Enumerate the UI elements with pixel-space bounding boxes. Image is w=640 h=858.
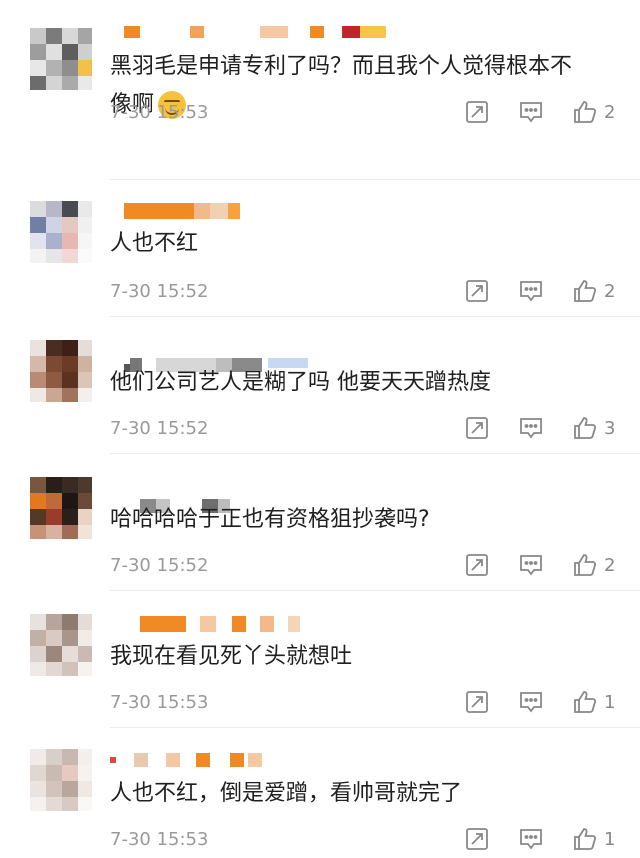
repost-button[interactable] xyxy=(464,99,490,125)
comment-actions: 2 xyxy=(436,552,618,578)
comment-timestamp: 7-30 15:52 xyxy=(110,418,209,439)
like-button[interactable]: 2 xyxy=(572,552,618,578)
comment-text: 哈哈哈哈于正也有资格狙抄袭吗? xyxy=(110,501,630,539)
reply-button[interactable] xyxy=(518,99,544,125)
comment-actions: 1 xyxy=(436,689,618,715)
thumbs-up-icon xyxy=(574,554,597,576)
username-obscured[interactable] xyxy=(110,199,410,223)
reply-button[interactable] xyxy=(518,278,544,304)
avatar[interactable] xyxy=(30,614,92,676)
comment-item: 人也不红 7-30 15:52 2 xyxy=(0,179,640,316)
like-button[interactable]: 3 xyxy=(572,415,618,441)
divider xyxy=(110,453,640,454)
like-button[interactable]: 2 xyxy=(572,278,618,304)
comment-item: 他们公司艺人是糊了吗 他要天天蹭热度 7-30 15:52 3 xyxy=(0,316,640,453)
repost-icon xyxy=(466,417,488,439)
username-obscured[interactable] xyxy=(110,610,410,634)
comment-text: 人也不红，倒是爱蹭，看帅哥就完了 xyxy=(110,775,630,813)
like-count: 2 xyxy=(604,280,616,302)
avatar[interactable] xyxy=(30,477,92,539)
comment-text-line: 人也不红 xyxy=(110,231,199,256)
comment-actions: 2 xyxy=(436,99,618,125)
avatar[interactable] xyxy=(30,201,92,263)
comment-text-line: 黑羽毛是申请专利了吗？而且我个人觉得根本不 xyxy=(110,54,573,79)
comment-text: 人也不红 xyxy=(110,225,630,263)
comment-icon xyxy=(520,692,542,713)
comment-item: 我现在看见死丫头就想吐 7-30 15:53 1 xyxy=(0,590,640,727)
comment-timestamp: 7-30 15:53 xyxy=(110,829,209,850)
comment-item: 人也不红，倒是爱蹭，看帅哥就完了 7-30 15:53 1 xyxy=(0,727,640,858)
comment-text-line: 人也不红，倒是爱蹭，看帅哥就完了 xyxy=(110,781,463,806)
thumbs-up-icon xyxy=(574,280,597,302)
divider xyxy=(110,179,640,180)
username-obscured[interactable] xyxy=(110,473,410,513)
thumbs-up-icon xyxy=(574,417,597,439)
reply-button[interactable] xyxy=(518,826,544,852)
like-count: 1 xyxy=(604,691,616,713)
like-count: 2 xyxy=(604,101,616,123)
repost-button[interactable] xyxy=(464,826,490,852)
repost-icon xyxy=(466,280,488,302)
comment-actions: 2 xyxy=(436,278,618,304)
comment-text: 我现在看见死丫头就想吐 xyxy=(110,638,630,676)
repost-button[interactable] xyxy=(464,552,490,578)
like-button[interactable]: 1 xyxy=(572,689,618,715)
repost-button[interactable] xyxy=(464,415,490,441)
comment-timestamp: 7-30 15:53 xyxy=(110,692,209,713)
avatar[interactable] xyxy=(30,28,92,90)
divider xyxy=(110,727,640,728)
comment-text-line: 他们公司艺人是糊了吗 他要天天蹭热度 xyxy=(110,370,491,395)
comment-timestamp: 7-30 15:52 xyxy=(110,555,209,576)
comment-timestamp: 7-30 15:53 xyxy=(110,102,209,123)
comment-text-line: 哈哈哈哈于正也有资格狙抄袭吗? xyxy=(110,507,430,532)
like-count: 3 xyxy=(604,417,616,439)
reply-button[interactable] xyxy=(518,552,544,578)
divider xyxy=(110,590,640,591)
comment-item: 哈哈哈哈于正也有资格狙抄袭吗? 7-30 15:52 2 xyxy=(0,453,640,590)
reply-button[interactable] xyxy=(518,689,544,715)
repost-icon xyxy=(466,691,488,713)
thumbs-up-icon xyxy=(574,691,597,713)
thumbs-up-icon xyxy=(574,101,597,123)
comment-item: 黑羽毛是申请专利了吗？而且我个人觉得根本不 像啊 7-30 15:53 2 xyxy=(0,0,640,137)
like-count: 1 xyxy=(604,828,616,850)
like-button[interactable]: 1 xyxy=(572,826,618,852)
avatar[interactable] xyxy=(30,749,92,811)
like-count: 2 xyxy=(604,554,616,576)
comment-actions: 3 xyxy=(436,415,618,441)
comment-icon xyxy=(520,829,542,850)
divider xyxy=(110,316,640,317)
comment-text: 他们公司艺人是糊了吗 他要天天蹭热度 xyxy=(110,364,630,402)
comment-icon xyxy=(520,555,542,576)
repost-button[interactable] xyxy=(464,278,490,304)
repost-icon xyxy=(466,828,488,850)
repost-icon xyxy=(466,101,488,123)
like-button[interactable]: 2 xyxy=(572,99,618,125)
username-obscured[interactable] xyxy=(110,20,410,44)
comment-actions: 1 xyxy=(436,826,618,852)
comment-icon xyxy=(520,102,542,123)
repost-icon xyxy=(466,554,488,576)
comment-icon xyxy=(520,418,542,439)
comment-text-line: 我现在看见死丫头就想吐 xyxy=(110,644,353,669)
repost-button[interactable] xyxy=(464,689,490,715)
comment-icon xyxy=(520,281,542,302)
username-obscured[interactable] xyxy=(110,747,410,771)
avatar[interactable] xyxy=(30,340,92,402)
username-obscured[interactable] xyxy=(110,336,410,372)
comment-timestamp: 7-30 15:52 xyxy=(110,281,209,302)
thumbs-up-icon xyxy=(574,828,597,850)
reply-button[interactable] xyxy=(518,415,544,441)
